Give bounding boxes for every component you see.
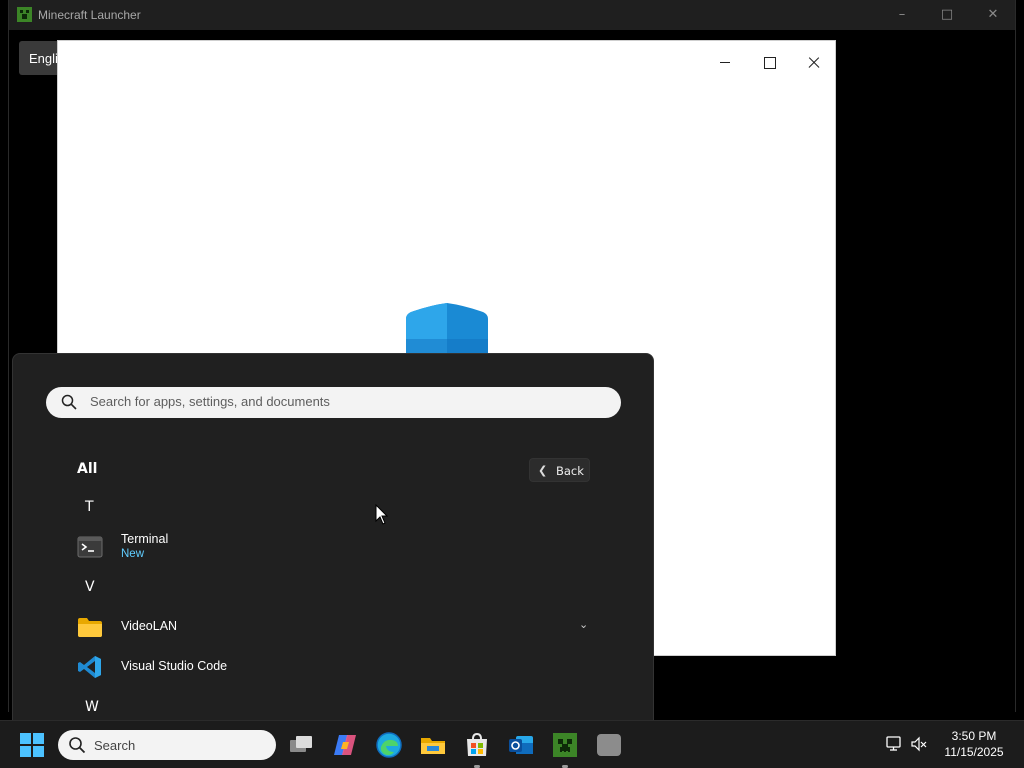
search-icon — [61, 394, 77, 410]
windows-security-shield-icon — [406, 303, 488, 361]
blank-app-icon[interactable] — [594, 730, 624, 760]
dialog-minimize-button[interactable] — [706, 47, 744, 77]
chevron-left-icon: ❮ — [538, 464, 548, 477]
search-icon — [69, 737, 86, 754]
launcher-titlebar[interactable]: Minecraft Launcher – □ ✕ — [9, 0, 1015, 30]
launcher-minimize-button[interactable]: – — [882, 4, 922, 26]
windows-start-icon[interactable] — [20, 733, 44, 757]
dialog-maximize-button[interactable] — [750, 47, 788, 77]
terminal-icon — [77, 536, 103, 558]
new-badge: New — [121, 548, 145, 560]
dialog-close-button[interactable] — [794, 47, 832, 77]
launcher-close-button[interactable]: ✕ — [973, 4, 1013, 26]
app-name: Terminal — [121, 532, 169, 546]
system-clock[interactable]: 3:50 PM 11/15/2025 — [936, 728, 1012, 760]
chevron-down-icon[interactable]: ⌄ — [579, 618, 588, 631]
app-name: Visual Studio Code — [121, 659, 228, 673]
back-button-label: Back — [556, 464, 584, 478]
clock-date: 11/15/2025 — [944, 745, 1004, 759]
app-item-terminal[interactable]: Terminal New — [73, 528, 603, 566]
microsoft-store-icon[interactable] — [462, 730, 492, 768]
start-search-box[interactable]: Search for apps, settings, and documents — [46, 387, 621, 418]
outlook-icon[interactable] — [506, 730, 536, 760]
start-menu: Search for apps, settings, and documents… — [12, 353, 654, 720]
letter-header-v[interactable]: V — [85, 579, 95, 595]
app-item-videolan[interactable]: VideoLAN ⌄ — [73, 608, 603, 646]
folder-icon — [78, 618, 102, 637]
launcher-title: Minecraft Launcher — [38, 8, 141, 22]
edge-icon[interactable] — [374, 730, 404, 760]
vscode-icon — [78, 656, 101, 678]
taskbar-search-label: Search — [94, 738, 136, 753]
volume-muted-icon[interactable] — [910, 735, 928, 753]
task-view-icon[interactable] — [286, 730, 316, 760]
back-button[interactable]: ❮ Back — [529, 458, 590, 482]
clock-time: 3:50 PM — [951, 729, 997, 743]
minecraft-icon[interactable] — [550, 730, 580, 768]
mouse-cursor-icon — [375, 504, 389, 525]
network-icon[interactable] — [885, 735, 903, 753]
launcher-maximize-button[interactable]: □ — [927, 4, 967, 26]
copilot-icon[interactable] — [330, 730, 360, 760]
minecraft-logo-icon — [17, 7, 32, 22]
app-item-visual-studio-code[interactable]: Visual Studio Code — [73, 648, 603, 686]
app-name: VideoLAN — [121, 619, 178, 633]
letter-header-w[interactable]: W — [85, 699, 99, 715]
all-apps-heading: All — [77, 461, 98, 477]
taskbar-search-box[interactable]: Search — [58, 730, 276, 760]
file-explorer-icon[interactable] — [418, 730, 448, 760]
taskbar: Search 3:50 PM 11/15/2025 — [0, 720, 1024, 768]
start-search-placeholder: Search for apps, settings, and documents — [90, 394, 330, 409]
letter-header-t[interactable]: T — [85, 499, 94, 515]
